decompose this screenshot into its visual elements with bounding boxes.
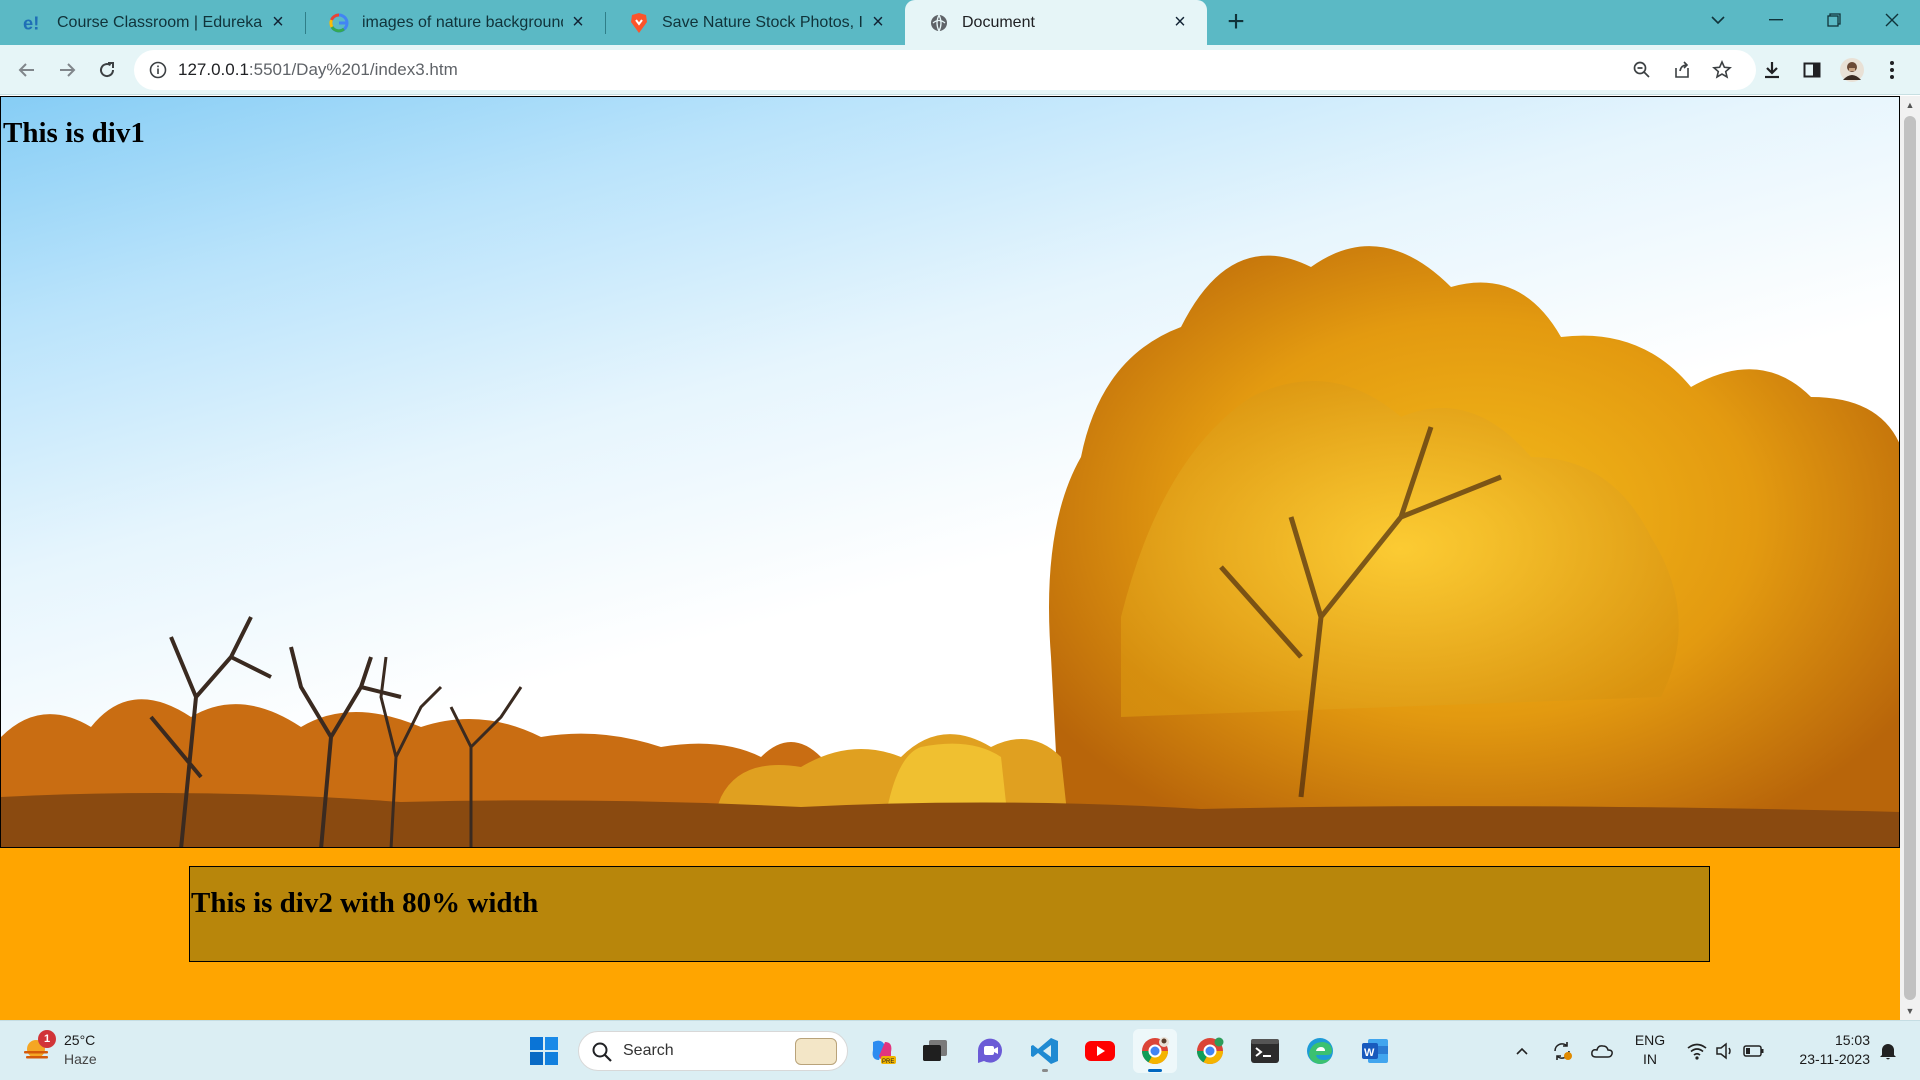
address-bar[interactable]: 127.0.0.1:5501/Day%201/index3.htm xyxy=(134,50,1756,90)
wifi-icon[interactable] xyxy=(1684,1021,1710,1080)
start-button[interactable] xyxy=(522,1029,566,1073)
tab-document[interactable]: Document × xyxy=(905,0,1207,45)
back-button[interactable] xyxy=(9,52,45,88)
copilot-icon[interactable]: PRE xyxy=(860,1029,904,1073)
scroll-down-arrow[interactable]: ▼ xyxy=(1900,1002,1920,1020)
svg-text:e!: e! xyxy=(23,12,39,33)
tab-title: Save Nature Stock Photos, Imag xyxy=(662,13,863,31)
autumn-trees-image xyxy=(1,246,1899,847)
side-panel-icon[interactable] xyxy=(1794,52,1830,88)
google-icon xyxy=(328,12,350,34)
notification-bell-icon[interactable] xyxy=(1874,1021,1902,1080)
edureka-icon: e! xyxy=(23,12,45,34)
chrome-icon[interactable] xyxy=(1188,1029,1232,1073)
windows-taskbar: 1 25°C Haze Search PRE W ENG IN 15:03 23… xyxy=(0,1020,1920,1080)
minimize-button[interactable] xyxy=(1748,0,1804,40)
menu-kebab-icon[interactable] xyxy=(1874,52,1910,88)
teams-chat-icon[interactable] xyxy=(968,1029,1012,1073)
page-viewport: This is div1 This is div2 with 80% width xyxy=(0,96,1900,1020)
zoom-icon[interactable] xyxy=(1628,56,1656,84)
url-path: :5501/Day%201/index3.htm xyxy=(248,60,458,79)
reload-button[interactable] xyxy=(89,52,125,88)
profile-avatar[interactable] xyxy=(1834,52,1870,88)
taskbar-search[interactable]: Search xyxy=(578,1031,848,1071)
new-tab-button[interactable]: + xyxy=(1220,6,1252,38)
task-view-icon[interactable] xyxy=(913,1029,957,1073)
word-icon[interactable]: W xyxy=(1353,1029,1397,1073)
tab-title: images of nature background hd xyxy=(362,13,563,31)
clock-date: 23-11-2023 xyxy=(1799,1051,1870,1067)
clock[interactable]: 15:03 23-11-2023 xyxy=(1780,1031,1870,1069)
running-indicator xyxy=(1042,1069,1048,1072)
terminal-icon[interactable] xyxy=(1243,1029,1287,1073)
battery-icon[interactable] xyxy=(1740,1021,1768,1080)
search-icon xyxy=(591,1041,613,1068)
brave-icon xyxy=(628,12,650,34)
tab-strip: e! Course Classroom | Edureka × images o… xyxy=(0,0,1920,45)
sync-icon[interactable] xyxy=(1548,1021,1576,1080)
forward-button[interactable] xyxy=(49,52,85,88)
div2-box: This is div2 with 80% width xyxy=(189,866,1710,962)
tab-edureka[interactable]: e! Course Classroom | Edureka × xyxy=(0,0,305,45)
language-line2: IN xyxy=(1643,1051,1657,1067)
tab-title: Course Classroom | Edureka xyxy=(57,13,263,31)
onedrive-cloud-icon[interactable] xyxy=(1588,1021,1616,1080)
youtube-icon[interactable] xyxy=(1078,1029,1122,1073)
weather-widget[interactable]: 1 25°C Haze xyxy=(22,1029,122,1073)
scroll-up-arrow[interactable]: ▲ xyxy=(1900,96,1920,114)
svg-text:PRE: PRE xyxy=(882,1059,894,1065)
share-icon[interactable] xyxy=(1668,56,1696,84)
url-host: 127.0.0.1 xyxy=(178,60,249,79)
show-hidden-icons-chevron[interactable] xyxy=(1510,1021,1534,1080)
language-line1: ENG xyxy=(1634,1032,1666,1048)
close-tab-icon[interactable]: × xyxy=(1165,8,1195,38)
vertical-scrollbar[interactable]: ▲ ▼ xyxy=(1900,96,1920,1020)
chrome-profile-icon[interactable] xyxy=(1133,1029,1177,1073)
site-info-icon[interactable] xyxy=(148,60,168,80)
search-highlight-icon xyxy=(795,1038,837,1065)
restore-button[interactable] xyxy=(1806,0,1862,40)
weather-temperature: 25°C xyxy=(64,1032,96,1048)
volume-icon[interactable] xyxy=(1712,1021,1738,1080)
svg-text:W: W xyxy=(1364,1047,1375,1059)
search-label: Search xyxy=(623,1042,674,1059)
notification-badge: 1 xyxy=(38,1030,56,1048)
running-indicator xyxy=(1148,1069,1162,1072)
url-text[interactable]: 127.0.0.1:5501/Day%201/index3.htm xyxy=(178,60,458,80)
vscode-icon[interactable] xyxy=(1023,1029,1067,1073)
clock-time: 15:03 xyxy=(1834,1032,1870,1048)
tab-google-images[interactable]: images of nature background hd × xyxy=(305,0,605,45)
tab-stock-photos[interactable]: Save Nature Stock Photos, Imag × xyxy=(605,0,905,45)
tab-title: Document xyxy=(962,13,1035,31)
close-window-button[interactable] xyxy=(1864,0,1920,40)
tab-search-icon[interactable] xyxy=(1690,0,1746,40)
close-tab-icon[interactable]: × xyxy=(563,8,593,38)
div1-heading: This is div1 xyxy=(3,117,145,149)
browser-toolbar: 127.0.0.1:5501/Day%201/index3.htm xyxy=(0,45,1920,95)
scroll-thumb[interactable] xyxy=(1904,116,1916,1000)
weather-condition: Haze xyxy=(64,1051,97,1067)
close-tab-icon[interactable]: × xyxy=(263,8,293,38)
close-tab-icon[interactable]: × xyxy=(863,8,893,38)
bookmark-star-icon[interactable] xyxy=(1708,56,1736,84)
download-icon[interactable] xyxy=(1754,52,1790,88)
div1-nature-background: This is div1 xyxy=(0,96,1900,848)
language-indicator[interactable]: ENG IN xyxy=(1630,1031,1670,1069)
edge-icon[interactable] xyxy=(1298,1029,1342,1073)
div2-heading: This is div2 with 80% width xyxy=(191,887,539,919)
globe-icon xyxy=(928,12,950,34)
